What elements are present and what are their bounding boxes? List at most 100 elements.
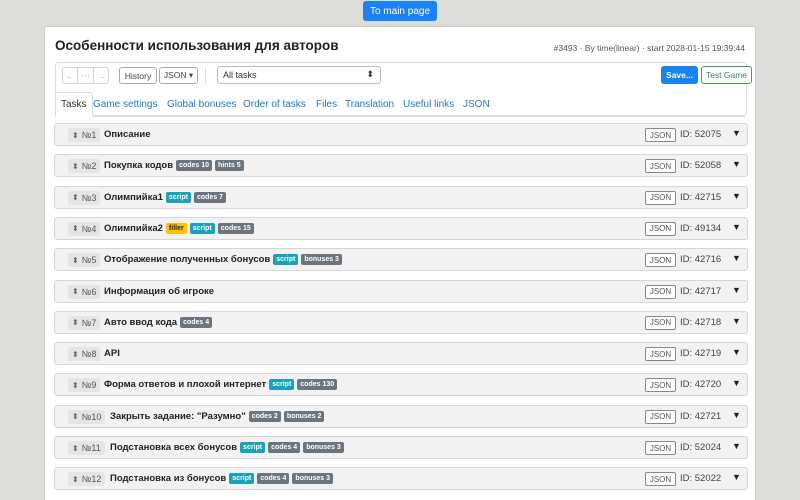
task-number-handle[interactable]: ⬍ №5 [68, 253, 101, 268]
tab-json[interactable]: JSON [463, 92, 490, 117]
task-number-handle[interactable]: ⬍ №4 [68, 221, 101, 236]
tab-files[interactable]: Files [316, 92, 337, 117]
task-number: №1 [81, 130, 97, 140]
task-row[interactable]: ⬍ №2 Покупка кодов codes 10 hints 5 JSON ID: 5… [54, 154, 748, 178]
task-title-group[interactable]: Подстановка всех бонусов script codes 4 bon… [110, 442, 344, 453]
task-title: API [104, 348, 120, 360]
task-number-handle[interactable]: ⬍ №12 [68, 472, 106, 487]
task-id: ID: 42715 [680, 191, 722, 203]
caret-down-icon[interactable]: ▼ [732, 316, 741, 326]
tab-tasks[interactable]: Tasks [55, 92, 93, 117]
task-number-handle[interactable]: ⬍ №9 [68, 378, 101, 393]
task-title-group[interactable]: Покупка кодов codes 10 hints 5 [104, 160, 244, 172]
task-json-button[interactable]: JSON [645, 253, 676, 268]
task-row[interactable]: ⬍ №1 Описание JSON ID: 52075 ▼ [54, 123, 748, 146]
caret-down-icon[interactable]: ▼ [732, 472, 741, 482]
task-json-button[interactable]: JSON [645, 409, 676, 424]
toolbar-divider [205, 67, 206, 84]
caret-down-icon[interactable]: ▼ [732, 347, 741, 357]
tab-useful-links[interactable]: Useful links [403, 92, 454, 117]
caret-down-icon[interactable]: ▼ [732, 222, 741, 232]
task-badge: codes 7 [193, 191, 227, 203]
task-number-handle[interactable]: ⬍ №6 [68, 284, 101, 299]
task-row[interactable]: ⬍ №12 Подстановка из бонусов script codes 4b… [54, 467, 748, 491]
task-number-handle[interactable]: ⬍ №1 [68, 128, 101, 142]
sort-icon: ⬍ [72, 412, 79, 422]
sort-icon: ⬍ [72, 380, 79, 390]
task-row[interactable]: ⬍ №5 Отображение полученных бонусов script b… [54, 248, 748, 272]
task-number-handle[interactable]: ⬍ №7 [68, 315, 101, 330]
task-json-button[interactable]: JSON [645, 284, 676, 299]
task-json-button[interactable]: JSON [645, 128, 676, 142]
task-number-handle[interactable]: ⬍ №10 [68, 409, 106, 424]
caret-down-icon[interactable]: ▼ [732, 159, 741, 169]
caret-down-icon[interactable]: ▼ [732, 253, 741, 263]
undo-icon[interactable]: ← [63, 68, 79, 83]
task-json-button[interactable]: JSON [645, 441, 676, 455]
task-title-group[interactable]: Информация об игроке [104, 286, 214, 297]
tab-global-bonuses[interactable]: Global bonuses [167, 92, 237, 117]
tab-game-settings[interactable]: Game settings [93, 92, 157, 117]
task-row[interactable]: ⬍ №4 Олимпийка2 filler script codes 15 JSON ID:… [54, 216, 748, 240]
task-json-button[interactable]: JSON [645, 159, 676, 174]
task-badge: script [189, 222, 215, 234]
caret-down-icon[interactable]: ▼ [732, 191, 741, 201]
tab-order-of-tasks[interactable]: Order of tasks [243, 92, 306, 117]
task-badge: script [240, 442, 266, 453]
task-json-button[interactable]: JSON [645, 221, 676, 236]
tab-translation[interactable]: Translation [345, 92, 394, 117]
task-title-group[interactable]: Авто ввод кода codes 4 [104, 316, 213, 328]
task-id: ID: 42719 [680, 348, 722, 360]
history-dots-icon[interactable]: ⋯ [78, 68, 94, 83]
task-row[interactable]: ⬍ №6 Информация об игроке JSON ID: 42717 ▼ [54, 279, 748, 303]
task-title-group[interactable]: Отображение полученных бонусов script bonu… [104, 254, 342, 266]
task-json-button[interactable]: JSON [645, 347, 676, 362]
task-row[interactable]: ⬍ №10 Закрыть задание: "Разумно" codes 2 bon… [54, 404, 748, 428]
task-id: ID: 42716 [680, 254, 722, 266]
redo-icon[interactable]: → [94, 68, 108, 83]
task-badge: bonuses 3 [301, 254, 342, 266]
task-title-group[interactable]: API [104, 348, 120, 359]
task-title-group[interactable]: Описание [104, 129, 151, 140]
caret-down-icon[interactable]: ▼ [732, 410, 741, 420]
task-number-handle[interactable]: ⬍ №8 [68, 347, 101, 362]
json-dropdown-button[interactable]: JSON ▾ [159, 67, 198, 84]
task-number-handle[interactable]: ⬍ №2 [68, 159, 101, 174]
task-json-button[interactable]: JSON [645, 315, 676, 330]
save-button[interactable]: Save... [661, 66, 698, 84]
task-row[interactable]: ⬍ №11 Подстановка всех бонусов script codes … [54, 436, 748, 459]
task-row[interactable]: ⬍ №9 Форма ответов и плохой интернет script… [54, 373, 748, 397]
task-number-handle[interactable]: ⬍ №11 [68, 441, 105, 455]
task-json-button[interactable]: JSON [645, 378, 676, 393]
caret-down-icon[interactable]: ▼ [732, 378, 741, 388]
task-title: Олимпийка2 [104, 222, 163, 234]
task-badge: script [229, 473, 255, 485]
card-header: Особенности использования для авторов #3… [55, 38, 745, 56]
task-id: ID: 52075 [680, 129, 722, 140]
page-title: Особенности использования для авторов [55, 38, 339, 53]
caret-down-icon[interactable]: ▼ [732, 441, 741, 451]
task-row[interactable]: ⬍ №8 API JSON ID: 42719 ▼ [54, 342, 748, 366]
task-title-group[interactable]: Закрыть задание: "Разумно" codes 2 bonuses… [110, 410, 325, 422]
task-title-group[interactable]: Форма ответов и плохой интернет script cod… [104, 379, 338, 391]
caret-down-icon[interactable]: ▼ [732, 128, 741, 138]
task-id: ID: 52024 [680, 442, 722, 453]
task-row[interactable]: ⬍ №7 Авто ввод кода codes 4 JSON ID: 42718 ▼ [54, 310, 748, 334]
task-filter-select[interactable]: All tasks ⬍ [217, 66, 381, 84]
task-badge: bonuses 2 [283, 410, 325, 422]
task-title-group[interactable]: Подстановка из бонусов script codes 4 bonus… [110, 473, 334, 485]
to-main-page-button[interactable]: To main page [363, 1, 437, 21]
task-json-button[interactable]: JSON [645, 190, 676, 205]
test-game-button[interactable]: Test Game [701, 66, 752, 84]
task-title: Авто ввод кода [104, 316, 178, 328]
task-json-button[interactable]: JSON [645, 472, 676, 487]
task-title-group[interactable]: Олимпийка1 script codes 7 [104, 191, 227, 203]
caret-down-icon[interactable]: ▼ [732, 285, 741, 295]
task-title: Подстановка всех бонусов [110, 442, 238, 453]
history-button[interactable]: History [119, 67, 157, 84]
sort-icon: ⬍ [72, 443, 79, 453]
task-title-group[interactable]: Олимпийка2 filler script codes 15 [104, 222, 254, 234]
task-number: №5 [81, 255, 97, 266]
task-number-handle[interactable]: ⬍ №3 [68, 190, 101, 205]
task-row[interactable]: ⬍ №3 Олимпийка1 script codes 7 JSON ID: 42715 ▼ [54, 185, 748, 209]
